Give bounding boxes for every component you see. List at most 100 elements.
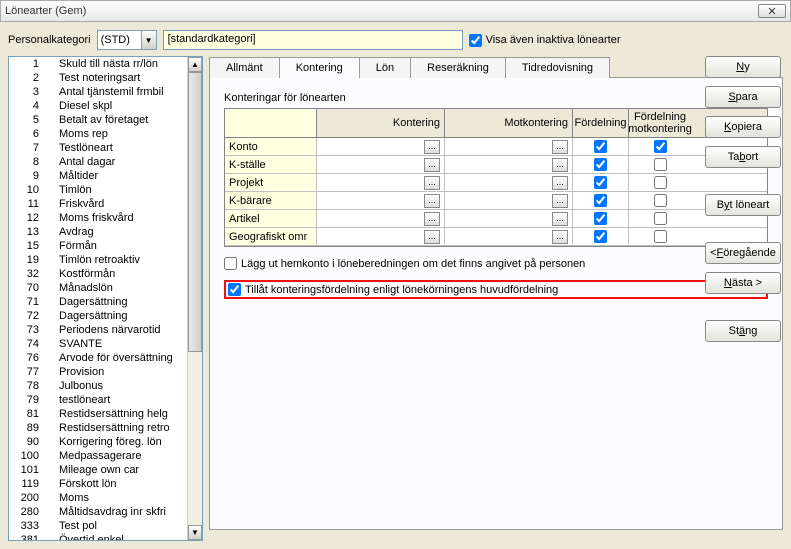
row-label: K-bärare	[225, 192, 317, 209]
col-fordelning: Fördelning	[573, 109, 629, 137]
fordelning-mot-checkbox[interactable]	[654, 140, 667, 153]
tab-lon[interactable]: Lön	[359, 57, 411, 78]
fordelning-mot-checkbox[interactable]	[654, 158, 667, 171]
motkontering-cell[interactable]: ...	[445, 192, 573, 209]
list-item[interactable]: 15Förmån	[9, 239, 187, 253]
spara-button[interactable]: Spara	[705, 86, 781, 108]
list-item[interactable]: 10Timlön	[9, 183, 187, 197]
list-item[interactable]: 71Dagersättning	[9, 295, 187, 309]
motkontering-cell[interactable]: ...	[445, 174, 573, 191]
list-item[interactable]: 280Måltidsavdrag inr skfri	[9, 505, 187, 519]
kontering-cell[interactable]: ...	[317, 156, 445, 173]
scroll-down-icon[interactable]: ▼	[188, 525, 202, 540]
list-item[interactable]: 2Test noteringsart	[9, 71, 187, 85]
list-item[interactable]: 7Testlöneart	[9, 141, 187, 155]
kontering-cell[interactable]: ...	[317, 138, 445, 155]
ny-button[interactable]: Ny	[705, 56, 781, 78]
tab-kontering[interactable]: Kontering	[279, 57, 360, 78]
tab-reserakning[interactable]: Reseräkning	[410, 57, 506, 78]
list-item[interactable]: 70Månadslön	[9, 281, 187, 295]
list-item[interactable]: 77Provision	[9, 365, 187, 379]
list-item[interactable]: 200Moms	[9, 491, 187, 505]
tillat-checkbox[interactable]	[228, 283, 241, 296]
foregaende-button[interactable]: < Föregående	[705, 242, 781, 264]
ellipsis-button[interactable]: ...	[424, 212, 440, 226]
list-item[interactable]: 333Test pol	[9, 519, 187, 533]
fordelning-checkbox[interactable]	[594, 140, 607, 153]
fordelning-mot-checkbox[interactable]	[654, 212, 667, 225]
list-item[interactable]: 12Moms friskvård	[9, 211, 187, 225]
dropdown-value: (STD)	[101, 34, 130, 46]
ellipsis-button[interactable]: ...	[552, 230, 568, 244]
list-item[interactable]: 74SVANTE	[9, 337, 187, 351]
list-item[interactable]: 13Avdrag	[9, 225, 187, 239]
fordelning-checkbox[interactable]	[594, 212, 607, 225]
bytloneart-button[interactable]: Byt löneart	[705, 194, 781, 216]
motkontering-cell[interactable]: ...	[445, 156, 573, 173]
fordelning-mot-checkbox[interactable]	[654, 230, 667, 243]
list-item[interactable]: 81Restidsersättning helg	[9, 407, 187, 421]
scroll-thumb[interactable]	[188, 72, 202, 352]
kontering-cell[interactable]: ...	[317, 210, 445, 227]
list-item[interactable]: 119Förskott lön	[9, 477, 187, 491]
kontering-cell[interactable]: ...	[317, 228, 445, 245]
ellipsis-button[interactable]: ...	[424, 230, 440, 244]
list-item[interactable]: 8Antal dagar	[9, 155, 187, 169]
ellipsis-button[interactable]: ...	[424, 194, 440, 208]
kontering-cell[interactable]: ...	[317, 192, 445, 209]
tab-allmant[interactable]: Allmänt	[209, 57, 280, 78]
ellipsis-button[interactable]: ...	[552, 158, 568, 172]
ellipsis-button[interactable]: ...	[424, 158, 440, 172]
list-item[interactable]: 5Betalt av företaget	[9, 113, 187, 127]
loneart-listbox[interactable]: 1Skuld till nästa rr/lön2Test noteringsa…	[8, 56, 203, 541]
grid-title: Konteringar för lönearten	[224, 92, 768, 104]
motkontering-cell[interactable]: ...	[445, 228, 573, 245]
tab-tidredovisning[interactable]: Tidredovisning	[505, 57, 610, 78]
list-item[interactable]: 90Korrigering föreg. lön	[9, 435, 187, 449]
list-item[interactable]: 73Periodens närvarotid	[9, 323, 187, 337]
ellipsis-button[interactable]: ...	[424, 176, 440, 190]
list-item[interactable]: 6Moms rep	[9, 127, 187, 141]
list-item[interactable]: 19Timlön retroaktiv	[9, 253, 187, 267]
hemkonto-checkbox[interactable]	[224, 257, 237, 270]
list-item[interactable]: 4Diesel skpl	[9, 99, 187, 113]
list-item[interactable]: 1Skuld till nästa rr/lön	[9, 57, 187, 71]
close-button[interactable]: ✕	[758, 4, 786, 18]
list-item[interactable]: 101Mileage own car	[9, 463, 187, 477]
chevron-down-icon[interactable]: ▼	[141, 31, 156, 49]
list-item[interactable]: 89Restidsersättning retro	[9, 421, 187, 435]
fordelning-checkbox[interactable]	[594, 176, 607, 189]
stang-button[interactable]: Stäng	[705, 320, 781, 342]
motkontering-cell[interactable]: ...	[445, 210, 573, 227]
ellipsis-button[interactable]: ...	[424, 140, 440, 154]
tabs: Allmänt Kontering Lön Reseräkning Tidred…	[209, 56, 783, 77]
list-item[interactable]: 100Medpassagerare	[9, 449, 187, 463]
list-item[interactable]: 9Måltider	[9, 169, 187, 183]
personalkategori-dropdown[interactable]: (STD) ▼	[97, 30, 157, 50]
ellipsis-button[interactable]: ...	[552, 194, 568, 208]
show-inactive-label: Visa även inaktiva lönearter	[486, 34, 621, 46]
list-item[interactable]: 11Friskvård	[9, 197, 187, 211]
show-inactive-checkbox[interactable]	[469, 34, 482, 47]
list-item[interactable]: 32Kostförmån	[9, 267, 187, 281]
fordelning-checkbox[interactable]	[594, 230, 607, 243]
tabort-button[interactable]: Ta bort	[705, 146, 781, 168]
nasta-button[interactable]: Nästa >	[705, 272, 781, 294]
fordelning-mot-checkbox[interactable]	[654, 194, 667, 207]
list-item[interactable]: 78Julbonus	[9, 379, 187, 393]
ellipsis-button[interactable]: ...	[552, 212, 568, 226]
list-item[interactable]: 3Antal tjänstemil frmbil	[9, 85, 187, 99]
motkontering-cell[interactable]: ...	[445, 138, 573, 155]
list-item[interactable]: 79testlöneart	[9, 393, 187, 407]
kontering-cell[interactable]: ...	[317, 174, 445, 191]
kopiera-button[interactable]: Kopiera	[705, 116, 781, 138]
ellipsis-button[interactable]: ...	[552, 176, 568, 190]
fordelning-checkbox[interactable]	[594, 158, 607, 171]
ellipsis-button[interactable]: ...	[552, 140, 568, 154]
fordelning-checkbox[interactable]	[594, 194, 607, 207]
scroll-up-icon[interactable]: ▲	[188, 57, 202, 72]
list-item[interactable]: 72Dagersättning	[9, 309, 187, 323]
fordelning-mot-checkbox[interactable]	[654, 176, 667, 189]
list-item[interactable]: 76Arvode för översättning	[9, 351, 187, 365]
scrollbar[interactable]: ▲ ▼	[187, 57, 202, 540]
